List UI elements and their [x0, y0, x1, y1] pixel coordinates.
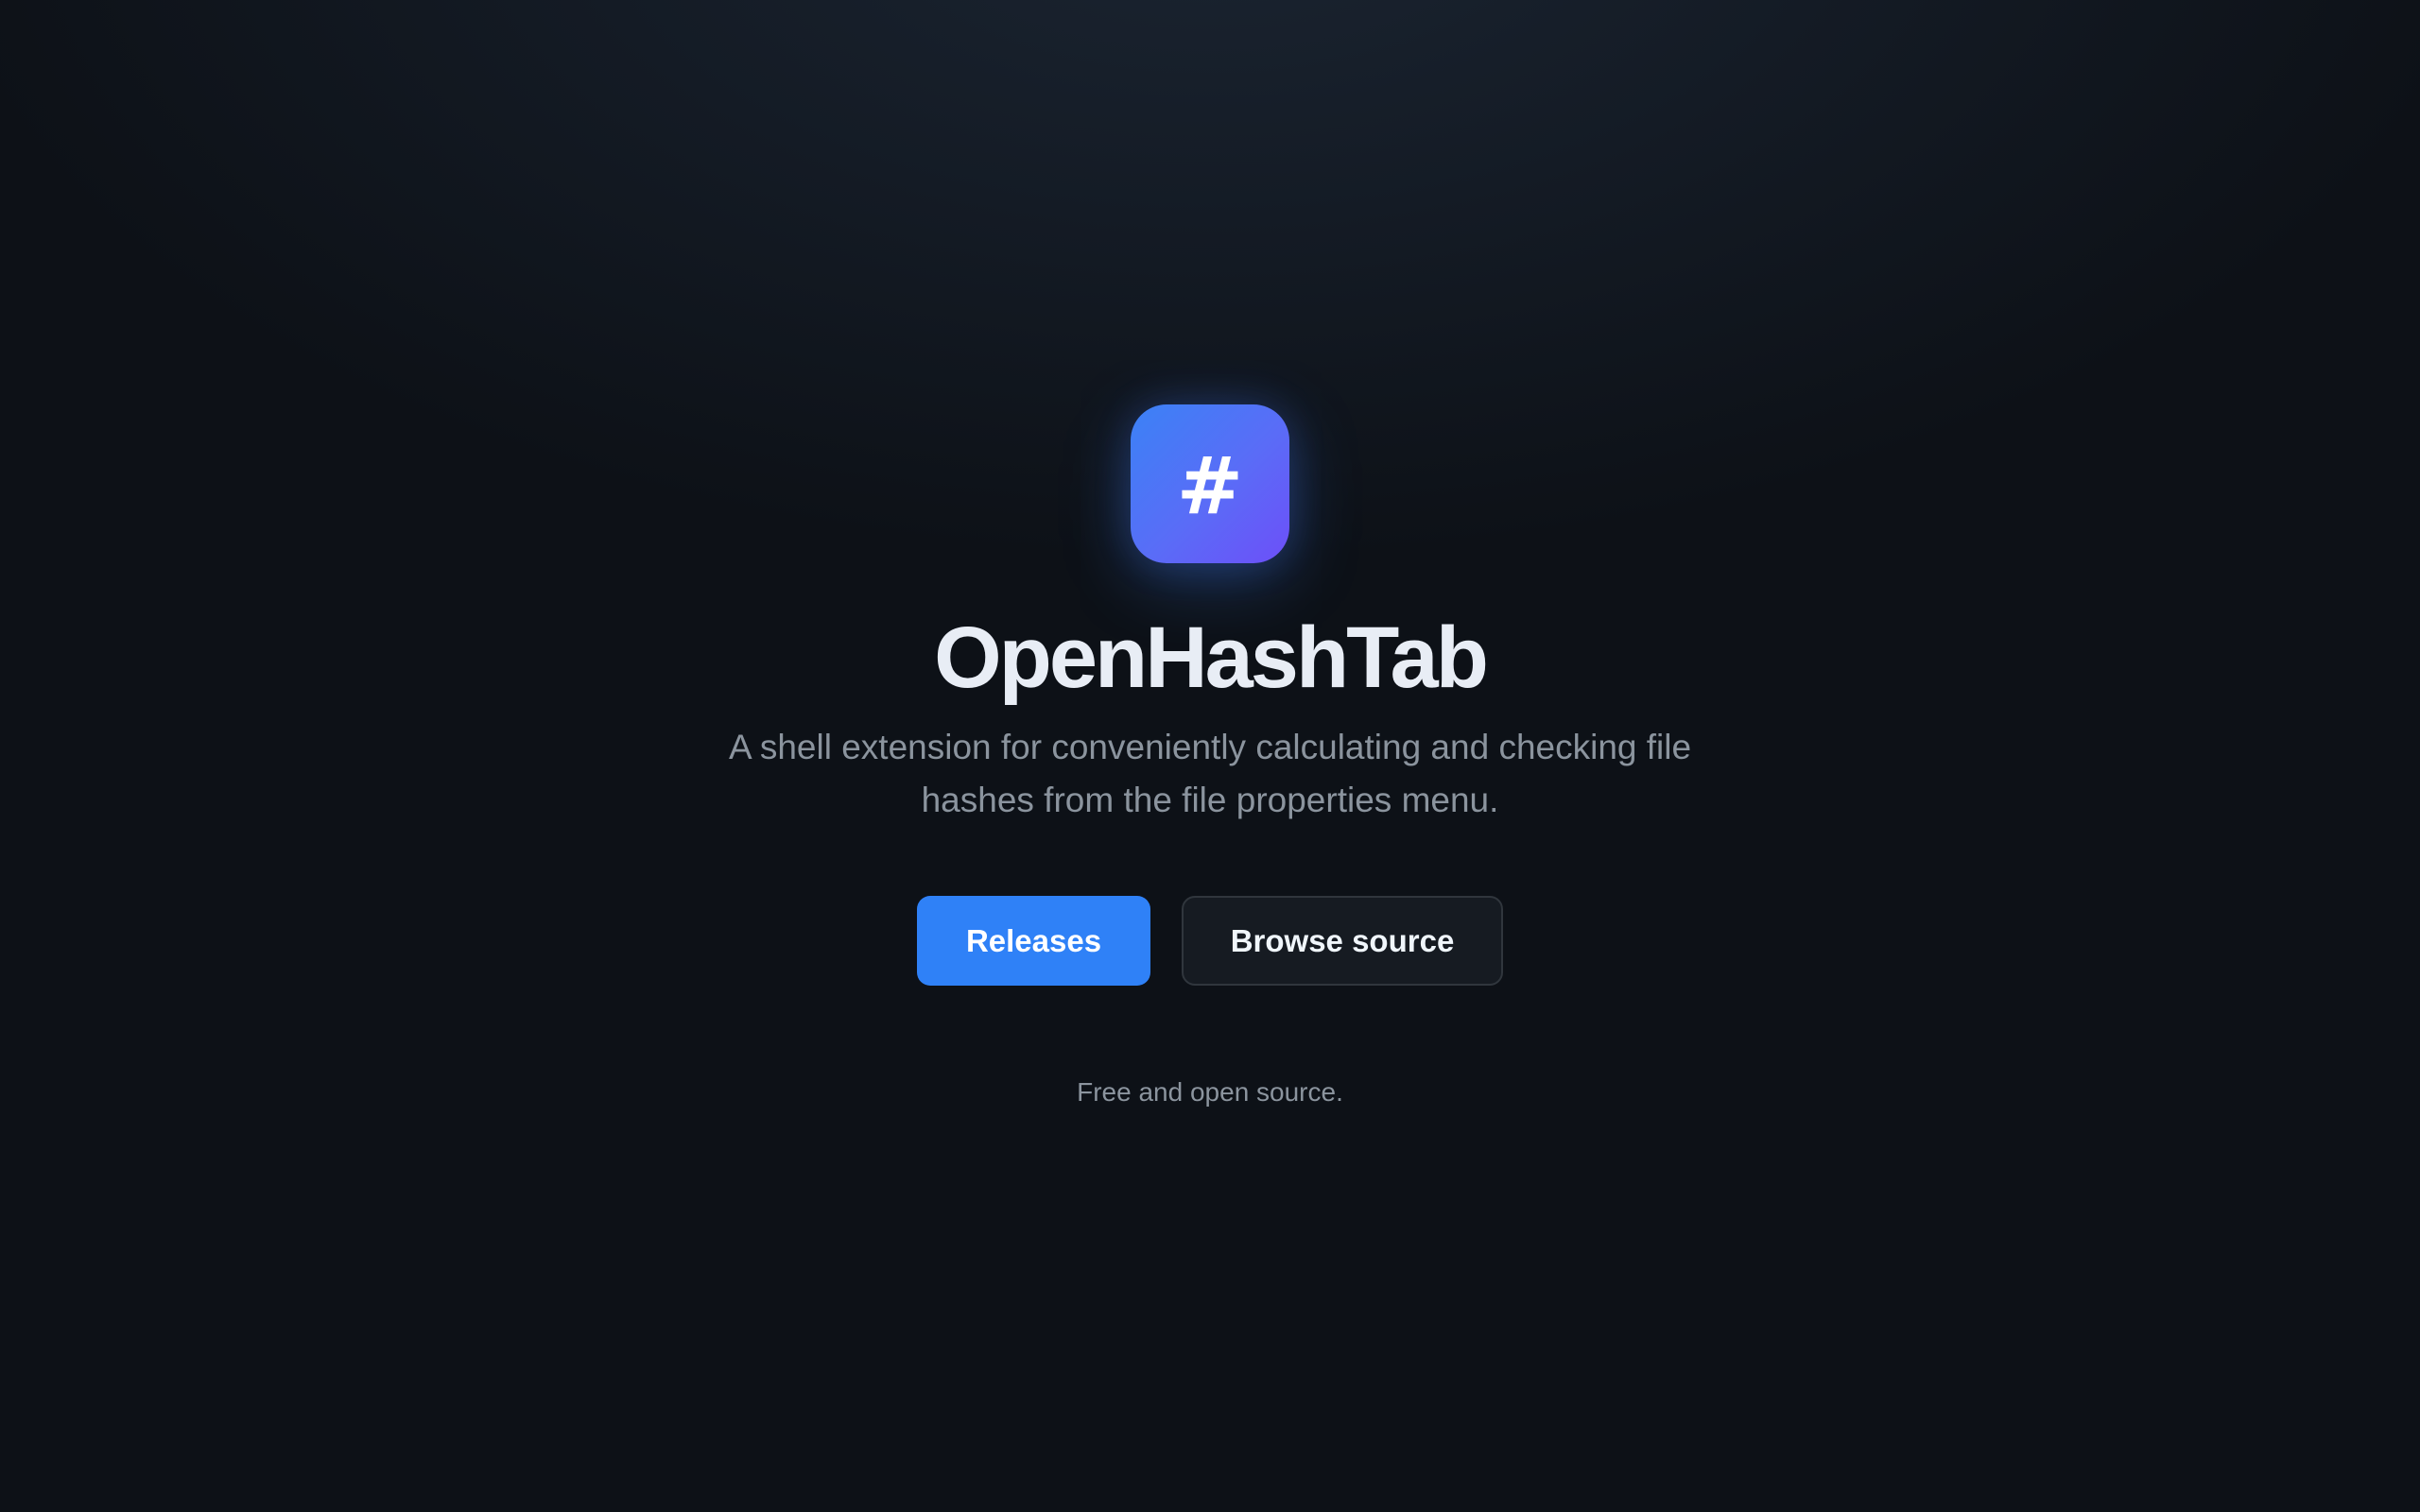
- footer-note: Free and open source.: [1077, 1077, 1343, 1107]
- hash-icon: #: [1176, 439, 1244, 532]
- page-title: OpenHashTab: [934, 610, 1489, 706]
- app-logo: #: [1131, 404, 1289, 563]
- hero-section: # OpenHashTab A shell extension for conv…: [0, 0, 2420, 1512]
- page-subtitle: A shell extension for conveniently calcu…: [728, 728, 1692, 819]
- browse-source-button[interactable]: Browse source: [1182, 896, 1503, 986]
- releases-button[interactable]: Releases: [917, 896, 1150, 986]
